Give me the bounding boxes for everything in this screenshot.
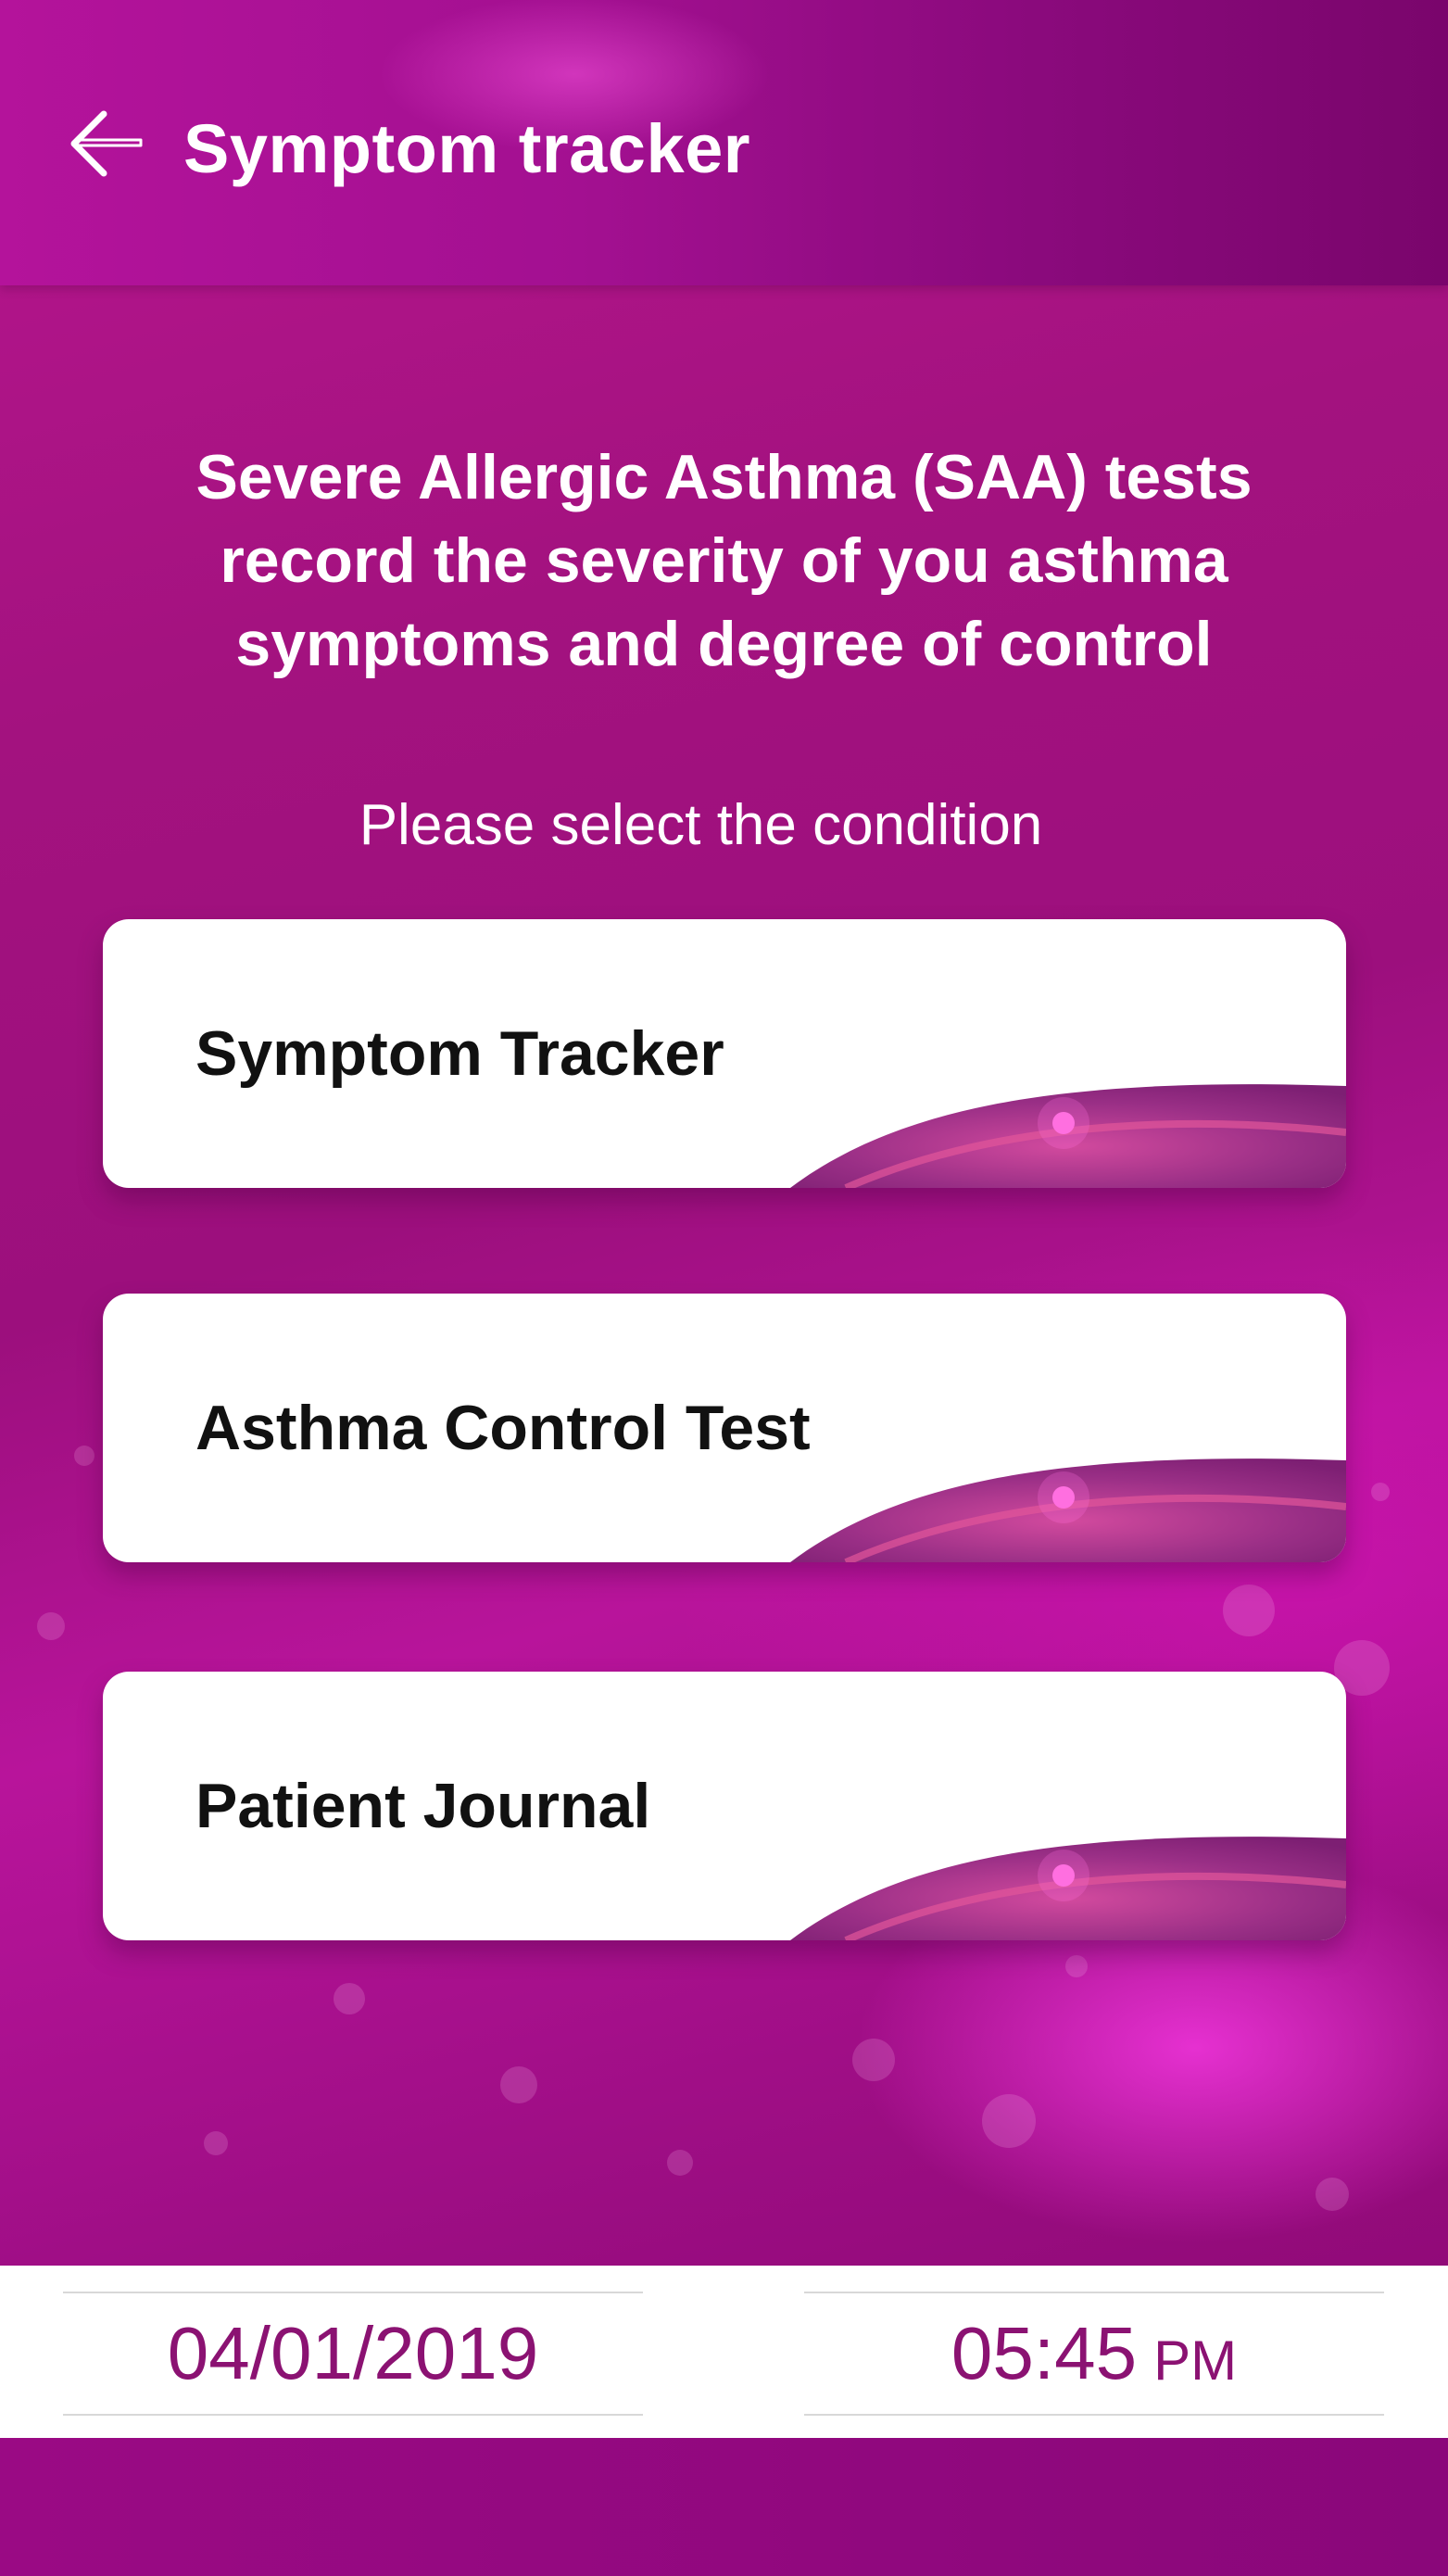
option-label: Asthma Control Test [195, 1393, 811, 1463]
arrow-left-icon [70, 110, 143, 177]
screen: Symptom tracker Severe Allergic Asthma (… [0, 0, 1448, 2576]
back-button[interactable] [56, 93, 157, 195]
decorative-swoosh [790, 1837, 1346, 1940]
option-card-patient-journal[interactable]: Patient Journal [103, 1672, 1346, 1940]
bokeh-decoration [204, 2131, 228, 2155]
bokeh-decoration [1223, 1585, 1275, 1636]
intro-description: Severe Allergic Asthma (SAA) tests recor… [195, 442, 1253, 679]
date-field[interactable]: 04/01/2019 [63, 2292, 643, 2416]
option-card-asthma-control-test[interactable]: Asthma Control Test [103, 1294, 1346, 1562]
bokeh-decoration [1065, 1955, 1088, 1977]
bokeh-decoration [334, 1983, 365, 2014]
time-field[interactable]: 05:45 PM [804, 2292, 1384, 2416]
bokeh-decoration [500, 2066, 537, 2103]
bokeh-decoration [667, 2150, 693, 2176]
page-title: Symptom tracker [183, 110, 751, 187]
bokeh-decoration [1316, 2178, 1349, 2211]
decorative-swoosh [790, 1458, 1346, 1562]
option-card-symptom-tracker[interactable]: Symptom Tracker [103, 919, 1346, 1188]
bottom-band [0, 2438, 1448, 2576]
app-header: Symptom tracker [0, 0, 1448, 285]
option-label: Patient Journal [195, 1771, 651, 1841]
option-label: Symptom Tracker [195, 1018, 724, 1089]
bokeh-decoration [37, 1612, 65, 1640]
bokeh-decoration [74, 1446, 94, 1466]
bokeh-decoration [1371, 1483, 1390, 1501]
am-pm-indicator: PM [1153, 2329, 1238, 2392]
select-condition-prompt: Please select the condition [359, 793, 1043, 857]
decorative-swoosh [790, 1084, 1346, 1188]
date-value: 04/01/2019 [167, 2312, 539, 2394]
time-value: 05:45 [951, 2312, 1138, 2394]
bokeh-decoration [852, 2039, 895, 2081]
date-time-footer: 04/01/2019 05:45 PM [0, 2266, 1448, 2438]
bokeh-decoration [982, 2094, 1036, 2148]
